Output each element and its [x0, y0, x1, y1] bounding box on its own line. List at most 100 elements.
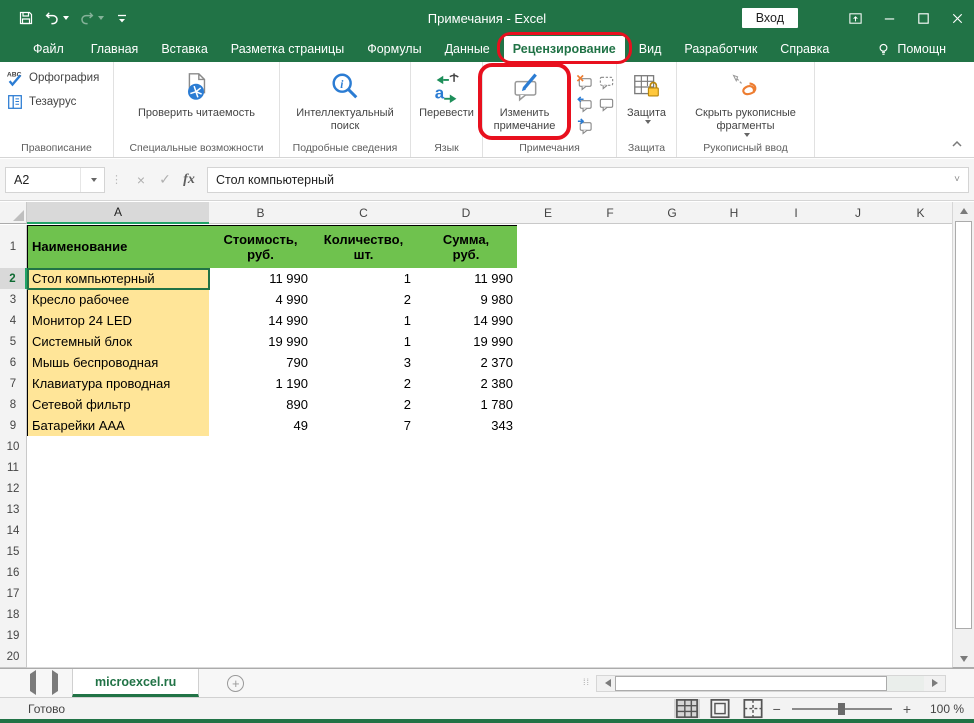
cell-F16[interactable] — [579, 562, 642, 584]
cell-C16[interactable] — [312, 562, 416, 584]
row-header-6[interactable]: 6 — [0, 352, 27, 374]
cell-F11[interactable] — [579, 457, 642, 479]
cell-J6[interactable] — [827, 352, 890, 374]
cell-F2[interactable] — [579, 268, 642, 290]
select-all-corner[interactable] — [0, 202, 27, 224]
cell-C20[interactable] — [312, 646, 416, 668]
cell-H20[interactable] — [703, 646, 766, 668]
cell-H13[interactable] — [703, 499, 766, 521]
tab-главная[interactable]: Главная — [82, 36, 148, 62]
cell-I10[interactable] — [765, 436, 828, 458]
cell-J15[interactable] — [827, 541, 890, 563]
cell-C8[interactable]: 2 — [312, 394, 416, 416]
zoom-slider[interactable] — [791, 702, 892, 715]
cell-G4[interactable] — [641, 310, 704, 332]
row-header-5[interactable]: 5 — [0, 331, 27, 353]
cell-G16[interactable] — [641, 562, 704, 584]
cell-F14[interactable] — [579, 520, 642, 542]
tab-рецензирование[interactable]: Рецензирование — [496, 32, 632, 64]
cell-K10[interactable] — [889, 436, 953, 458]
cell-C3[interactable]: 2 — [312, 289, 416, 311]
cell-D19[interactable] — [415, 625, 518, 647]
cell-B4[interactable]: 14 990 — [209, 310, 313, 332]
formula-input[interactable]: Стол компьютерный ˅ — [207, 166, 969, 193]
cell-G10[interactable] — [641, 436, 704, 458]
cell-C1[interactable]: Количество, шт. — [312, 225, 416, 269]
cell-A1[interactable]: Наименование — [27, 225, 210, 269]
cell-D7[interactable]: 2 380 — [415, 373, 518, 395]
ribbon-button-2[interactable]: Проверить читаемость — [138, 66, 255, 120]
cell-E1[interactable] — [517, 225, 580, 269]
scroll-down-icon[interactable] — [953, 650, 974, 667]
cell-G17[interactable] — [641, 583, 704, 605]
column-header-A[interactable]: A — [27, 202, 210, 224]
cell-C12[interactable] — [312, 478, 416, 500]
cell-H19[interactable] — [703, 625, 766, 647]
save-button[interactable] — [14, 7, 38, 29]
cell-I18[interactable] — [765, 604, 828, 626]
vertical-scrollbar[interactable] — [952, 202, 974, 668]
cell-D13[interactable] — [415, 499, 518, 521]
cell-I16[interactable] — [765, 562, 828, 584]
cell-F1[interactable] — [579, 225, 642, 269]
cell-B12[interactable] — [209, 478, 313, 500]
cell-I5[interactable] — [765, 331, 828, 353]
cell-F6[interactable] — [579, 352, 642, 374]
cell-B19[interactable] — [209, 625, 313, 647]
cell-B13[interactable] — [209, 499, 313, 521]
cell-C5[interactable]: 1 — [312, 331, 416, 353]
cell-D17[interactable] — [415, 583, 518, 605]
cell-E17[interactable] — [517, 583, 580, 605]
column-header-E[interactable]: E — [517, 202, 580, 224]
cell-E13[interactable] — [517, 499, 580, 521]
cell-A12[interactable] — [27, 478, 210, 500]
cell-F4[interactable] — [579, 310, 642, 332]
cell-H9[interactable] — [703, 415, 766, 437]
cell-D18[interactable] — [415, 604, 518, 626]
cell-G11[interactable] — [641, 457, 704, 479]
ribbon-button-6[interactable]: Защита — [627, 66, 666, 125]
cell-E14[interactable] — [517, 520, 580, 542]
view-normal-icon[interactable] — [673, 698, 700, 719]
cell-H18[interactable] — [703, 604, 766, 626]
formula-bar-handle[interactable]: ⋮ — [111, 173, 123, 186]
cell-B5[interactable]: 19 990 — [209, 331, 313, 353]
cell-J10[interactable] — [827, 436, 890, 458]
cell-C10[interactable] — [312, 436, 416, 458]
cell-G7[interactable] — [641, 373, 704, 395]
cell-C4[interactable]: 1 — [312, 310, 416, 332]
show-hide-comment-icon[interactable] — [596, 94, 616, 114]
cell-F12[interactable] — [579, 478, 642, 500]
row-header-15[interactable]: 15 — [0, 541, 27, 563]
cell-H16[interactable] — [703, 562, 766, 584]
cell-K11[interactable] — [889, 457, 953, 479]
cell-H15[interactable] — [703, 541, 766, 563]
cell-G1[interactable] — [641, 225, 704, 269]
row-header-11[interactable]: 11 — [0, 457, 27, 479]
tab-split-handle[interactable]: ⁞⁞ — [583, 678, 590, 687]
cell-H14[interactable] — [703, 520, 766, 542]
ribbon-button-3[interactable]: i Интеллектуальный поиск — [284, 66, 407, 133]
cell-I19[interactable] — [765, 625, 828, 647]
cell-G5[interactable] — [641, 331, 704, 353]
cell-J18[interactable] — [827, 604, 890, 626]
cell-B20[interactable] — [209, 646, 313, 668]
cell-H5[interactable] — [703, 331, 766, 353]
орфография-button[interactable]: ABC Орфография — [0, 66, 105, 90]
cell-H4[interactable] — [703, 310, 766, 332]
cell-C15[interactable] — [312, 541, 416, 563]
cell-C14[interactable] — [312, 520, 416, 542]
cell-K18[interactable] — [889, 604, 953, 626]
cell-K6[interactable] — [889, 352, 953, 374]
row-header-1[interactable]: 1 — [0, 225, 27, 269]
cell-F9[interactable] — [579, 415, 642, 437]
cell-C13[interactable] — [312, 499, 416, 521]
cell-H6[interactable] — [703, 352, 766, 374]
cell-B15[interactable] — [209, 541, 313, 563]
cell-J5[interactable] — [827, 331, 890, 353]
sheet-prev-icon[interactable] — [30, 670, 36, 695]
cell-E3[interactable] — [517, 289, 580, 311]
cell-F8[interactable] — [579, 394, 642, 416]
zoom-level[interactable]: 100 % — [918, 702, 964, 716]
sheet-tab[interactable]: microexcel.ru — [72, 669, 200, 697]
